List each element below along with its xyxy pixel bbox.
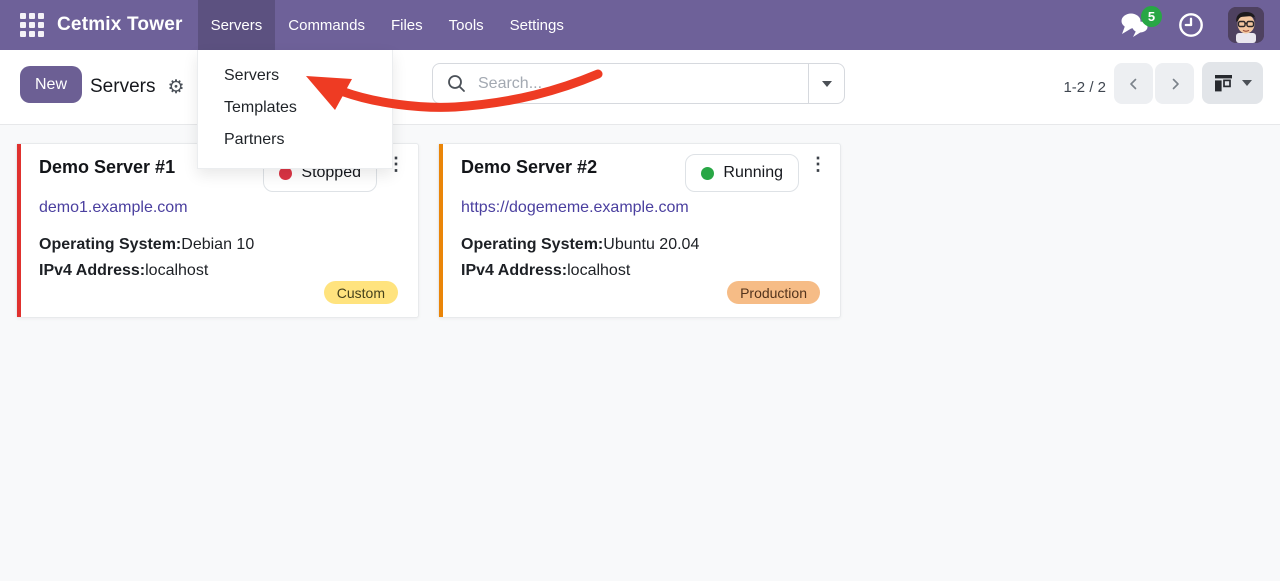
ip-value: localhost [567,262,630,279]
menu-item-commands[interactable]: Commands [275,0,378,50]
servers-dropdown-menu: Servers Templates Partners [197,50,393,169]
ip-line: IPv4 Address:localhost [39,258,254,284]
top-navbar: Cetmix Tower Servers Commands Files Tool… [0,0,1280,50]
chevron-left-icon [1125,75,1143,93]
app-brand[interactable]: Cetmix Tower [57,14,183,36]
menu-item-tools[interactable]: Tools [436,0,497,50]
dropdown-item-templates[interactable]: Templates [198,92,392,124]
pager-previous-button[interactable] [1114,63,1153,104]
os-line: Operating System:Ubuntu 20.04 [461,232,699,258]
server-name: Demo Server #2 [461,157,597,178]
navbar-right: 5 [1120,7,1264,43]
ip-value: localhost [145,262,208,279]
server-tag: Production [727,281,820,304]
search-icon [447,74,466,93]
clock-icon [1178,12,1204,38]
ip-label: IPv4 Address: [39,262,145,279]
server-card-demo-1[interactable]: Demo Server #1 Stopped ⋮ demo1.example.c… [16,143,419,318]
avatar-illustration [1228,7,1264,43]
pager-next-button[interactable] [1155,63,1194,104]
apps-grid-icon[interactable] [20,13,44,37]
status-stripe [17,144,21,317]
chevron-right-icon [1166,75,1184,93]
os-label: Operating System: [461,236,603,253]
status-stripe [439,144,443,317]
user-avatar[interactable] [1228,7,1264,43]
status-label: Running [723,164,783,182]
server-name: Demo Server #1 [39,157,175,178]
new-button[interactable]: New [20,66,82,103]
menu-item-settings[interactable]: Settings [497,0,577,50]
view-switcher-button[interactable] [1202,62,1263,104]
os-line: Operating System:Debian 10 [39,232,254,258]
activities-button[interactable] [1178,12,1204,38]
main-menu: Servers Commands Files Tools Settings [198,0,577,50]
dropdown-item-partners[interactable]: Partners [198,124,392,156]
status-dot [701,167,714,180]
server-tag: Custom [324,281,398,304]
dropdown-item-servers[interactable]: Servers [198,60,392,92]
server-url-link[interactable]: https://dogememe.example.com [461,199,689,217]
kanban-view: Demo Server #1 Stopped ⋮ demo1.example.c… [0,125,1280,581]
menu-item-servers[interactable]: Servers [198,0,276,50]
os-label: Operating System: [39,236,181,253]
ip-label: IPv4 Address: [461,262,567,279]
kebab-menu-icon[interactable]: ⋮ [809,155,827,173]
chevron-down-icon [1242,80,1252,86]
search-options-toggle[interactable] [809,64,844,103]
os-value: Debian 10 [181,236,254,253]
os-value: Ubuntu 20.04 [603,236,699,253]
pager-range: 1-2 / 2 [1042,50,1106,124]
server-details: Operating System:Ubuntu 20.04 IPv4 Addre… [461,232,699,284]
chevron-down-icon [822,81,832,87]
page-title: Servers [90,76,155,98]
gear-icon[interactable]: ⚙ [167,78,184,97]
messages-count-badge: 5 [1141,6,1162,27]
control-panel: New Servers ⚙ 1-2 / 2 [0,50,1280,125]
search-bar [432,63,845,104]
kanban-view-icon [1214,74,1234,92]
breadcrumb: Servers ⚙ [90,50,185,124]
server-card-demo-2[interactable]: Demo Server #2 Running ⋮ https://dogemem… [438,143,841,318]
messages-button[interactable]: 5 [1120,11,1150,39]
ip-line: IPv4 Address:localhost [461,258,699,284]
server-url-link[interactable]: demo1.example.com [39,199,188,217]
server-details: Operating System:Debian 10 IPv4 Address:… [39,232,254,284]
status-badge[interactable]: Running [685,154,799,192]
search-input[interactable] [466,75,808,93]
menu-item-files[interactable]: Files [378,0,436,50]
